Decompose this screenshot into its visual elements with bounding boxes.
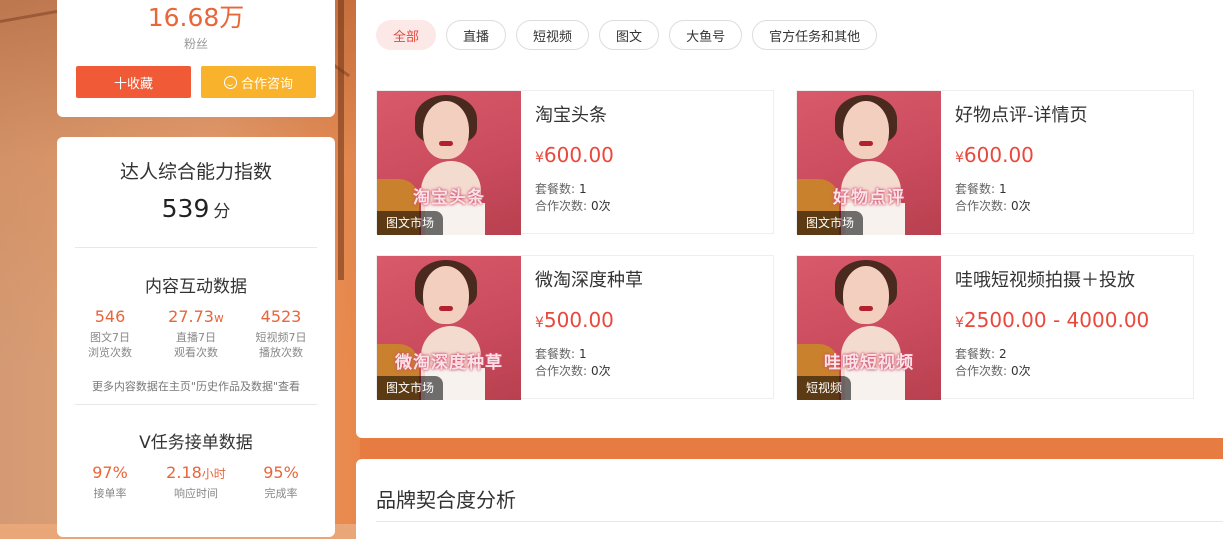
stat-value: 97% bbox=[92, 463, 128, 482]
thumbnail-caption: 哇哦短视频 bbox=[824, 353, 914, 373]
stat-video-plays: 4523 短视频7日 播放次数 bbox=[241, 307, 321, 360]
service-thumbnail[interactable]: 好物点评 图文市场 bbox=[797, 91, 941, 235]
content-stats-title: 内容互动数据 bbox=[145, 277, 247, 297]
thumbnail-caption: 好物点评 bbox=[833, 188, 905, 208]
package-count: 套餐数: 2 bbox=[955, 347, 1007, 361]
package-count: 套餐数: 1 bbox=[535, 347, 587, 361]
service-card[interactable]: 微淘深度种草 图文市场 微淘深度种草 ¥500.00 套餐数: 1 合作次数: 0次 bbox=[376, 255, 774, 400]
stat-value: 4523 bbox=[260, 307, 302, 326]
stat-value: 27.73w bbox=[168, 307, 224, 326]
cooperation-count: 合作次数: 0次 bbox=[535, 199, 611, 213]
service-card[interactable]: 哇哦短视频 短视频 哇哦短视频拍摄＋投放 ¥2500.00 - 4000.00 … bbox=[796, 255, 1194, 400]
services-panel: 全部 直播 短视频 图文 大鱼号 官方任务和其他 淘宝头条 图文市场 淘宝头条 … bbox=[356, 0, 1223, 438]
tab-dayu[interactable]: 大鱼号 bbox=[669, 20, 743, 50]
stat-label: 图文7日 浏览次数 bbox=[88, 331, 132, 359]
chat-smile-icon bbox=[223, 75, 237, 89]
tab-official-tasks[interactable]: 官方任务和其他 bbox=[752, 20, 878, 50]
fans-label: 粉丝 bbox=[183, 37, 208, 51]
favorite-button-label: 十收藏 bbox=[113, 76, 153, 92]
service-price: ¥500.00 bbox=[535, 308, 614, 332]
background-beam bbox=[0, 9, 60, 23]
cooperation-count: 合作次数: 0次 bbox=[535, 364, 611, 378]
stat-value: 95% bbox=[263, 463, 299, 482]
stat-image-views: 546 图文7日 浏览次数 bbox=[70, 307, 150, 360]
thumbnail-caption: 淘宝头条 bbox=[413, 188, 485, 208]
divider bbox=[376, 521, 1223, 522]
cooperation-count: 合作次数: 0次 bbox=[955, 364, 1031, 378]
service-price: ¥600.00 bbox=[535, 143, 614, 167]
service-thumbnail[interactable]: 微淘深度种草 图文市场 bbox=[377, 256, 521, 400]
service-thumbnail[interactable]: 淘宝头条 图文市场 bbox=[377, 91, 521, 235]
ability-score: 539 分 bbox=[57, 194, 335, 223]
stat-response-time: 2.18小时 响应时间 bbox=[156, 463, 236, 501]
thumbnail-caption: 微淘深度种草 bbox=[395, 353, 503, 373]
service-thumbnail[interactable]: 哇哦短视频 短视频 bbox=[797, 256, 941, 400]
background-post bbox=[338, 0, 344, 280]
cooperation-count: 合作次数: 0次 bbox=[955, 199, 1031, 213]
stat-live-views: 27.73w 直播7日 观看次数 bbox=[156, 307, 236, 360]
service-title[interactable]: 微淘深度种草 bbox=[535, 266, 643, 292]
tab-short-video[interactable]: 短视频 bbox=[516, 20, 590, 50]
ability-title: 达人综合能力指数 bbox=[119, 161, 272, 183]
category-tag: 图文市场 bbox=[377, 211, 444, 235]
category-tabs: 全部 直播 短视频 图文 大鱼号 官方任务和其他 bbox=[376, 20, 878, 50]
package-count: 套餐数: 1 bbox=[955, 182, 1007, 196]
tab-live[interactable]: 直播 bbox=[446, 20, 507, 50]
ability-score-unit: 分 bbox=[213, 202, 231, 222]
stat-accept-rate: 97% 接单率 bbox=[70, 463, 150, 501]
stat-label: 接单率 bbox=[93, 487, 127, 500]
stat-label: 短视频7日 播放次数 bbox=[255, 331, 307, 359]
profile-card: 16.68万 粉丝 十收藏 合作咨询 bbox=[57, 0, 335, 117]
brand-analysis-title: 品牌契合度分析 bbox=[376, 488, 516, 512]
category-tag: 短视频 bbox=[797, 376, 852, 400]
consult-button-label: 合作咨询 bbox=[240, 76, 293, 92]
stat-value: 546 bbox=[94, 307, 126, 326]
consult-button[interactable]: 合作咨询 bbox=[201, 66, 316, 98]
fans-count: 16.68万 bbox=[147, 3, 245, 32]
service-price: ¥600.00 bbox=[955, 143, 1034, 167]
ability-card: 达人综合能力指数 539 分 内容互动数据 546 图文7日 浏览次数 27.73w… bbox=[57, 137, 335, 537]
more-data-note[interactable]: 更多内容数据在主页"历史作品及数据"查看 bbox=[57, 378, 335, 394]
stat-label: 响应时间 bbox=[174, 487, 218, 500]
brand-analysis-card: 品牌契合度分析 bbox=[356, 459, 1223, 539]
stat-label: 完成率 bbox=[264, 487, 298, 500]
service-title[interactable]: 淘宝头条 bbox=[535, 101, 607, 127]
ability-score-value: 539 bbox=[161, 194, 210, 223]
category-tag: 图文市场 bbox=[797, 211, 864, 235]
stat-label: 直播7日 观看次数 bbox=[174, 331, 218, 359]
stat-value: 2.18小时 bbox=[166, 463, 226, 482]
service-card[interactable]: 好物点评 图文市场 好物点评-详情页 ¥600.00 套餐数: 1 合作次数: 0次 bbox=[796, 90, 1194, 235]
divider bbox=[75, 247, 317, 248]
divider bbox=[75, 404, 317, 405]
service-card[interactable]: 淘宝头条 图文市场 淘宝头条 ¥600.00 套餐数: 1 合作次数: 0次 bbox=[376, 90, 774, 235]
stat-completion-rate: 95% 完成率 bbox=[241, 463, 321, 501]
service-title[interactable]: 好物点评-详情页 bbox=[955, 101, 1088, 127]
service-title[interactable]: 哇哦短视频拍摄＋投放 bbox=[955, 266, 1135, 292]
service-price: ¥2500.00 - 4000.00 bbox=[955, 308, 1150, 332]
category-tag: 图文市场 bbox=[377, 376, 444, 400]
favorite-button[interactable]: 十收藏 bbox=[76, 66, 191, 98]
package-count: 套餐数: 1 bbox=[535, 182, 587, 196]
tab-all[interactable]: 全部 bbox=[376, 20, 437, 50]
tab-image-text[interactable]: 图文 bbox=[599, 20, 660, 50]
task-stats-title: V任务接单数据 bbox=[139, 433, 253, 453]
